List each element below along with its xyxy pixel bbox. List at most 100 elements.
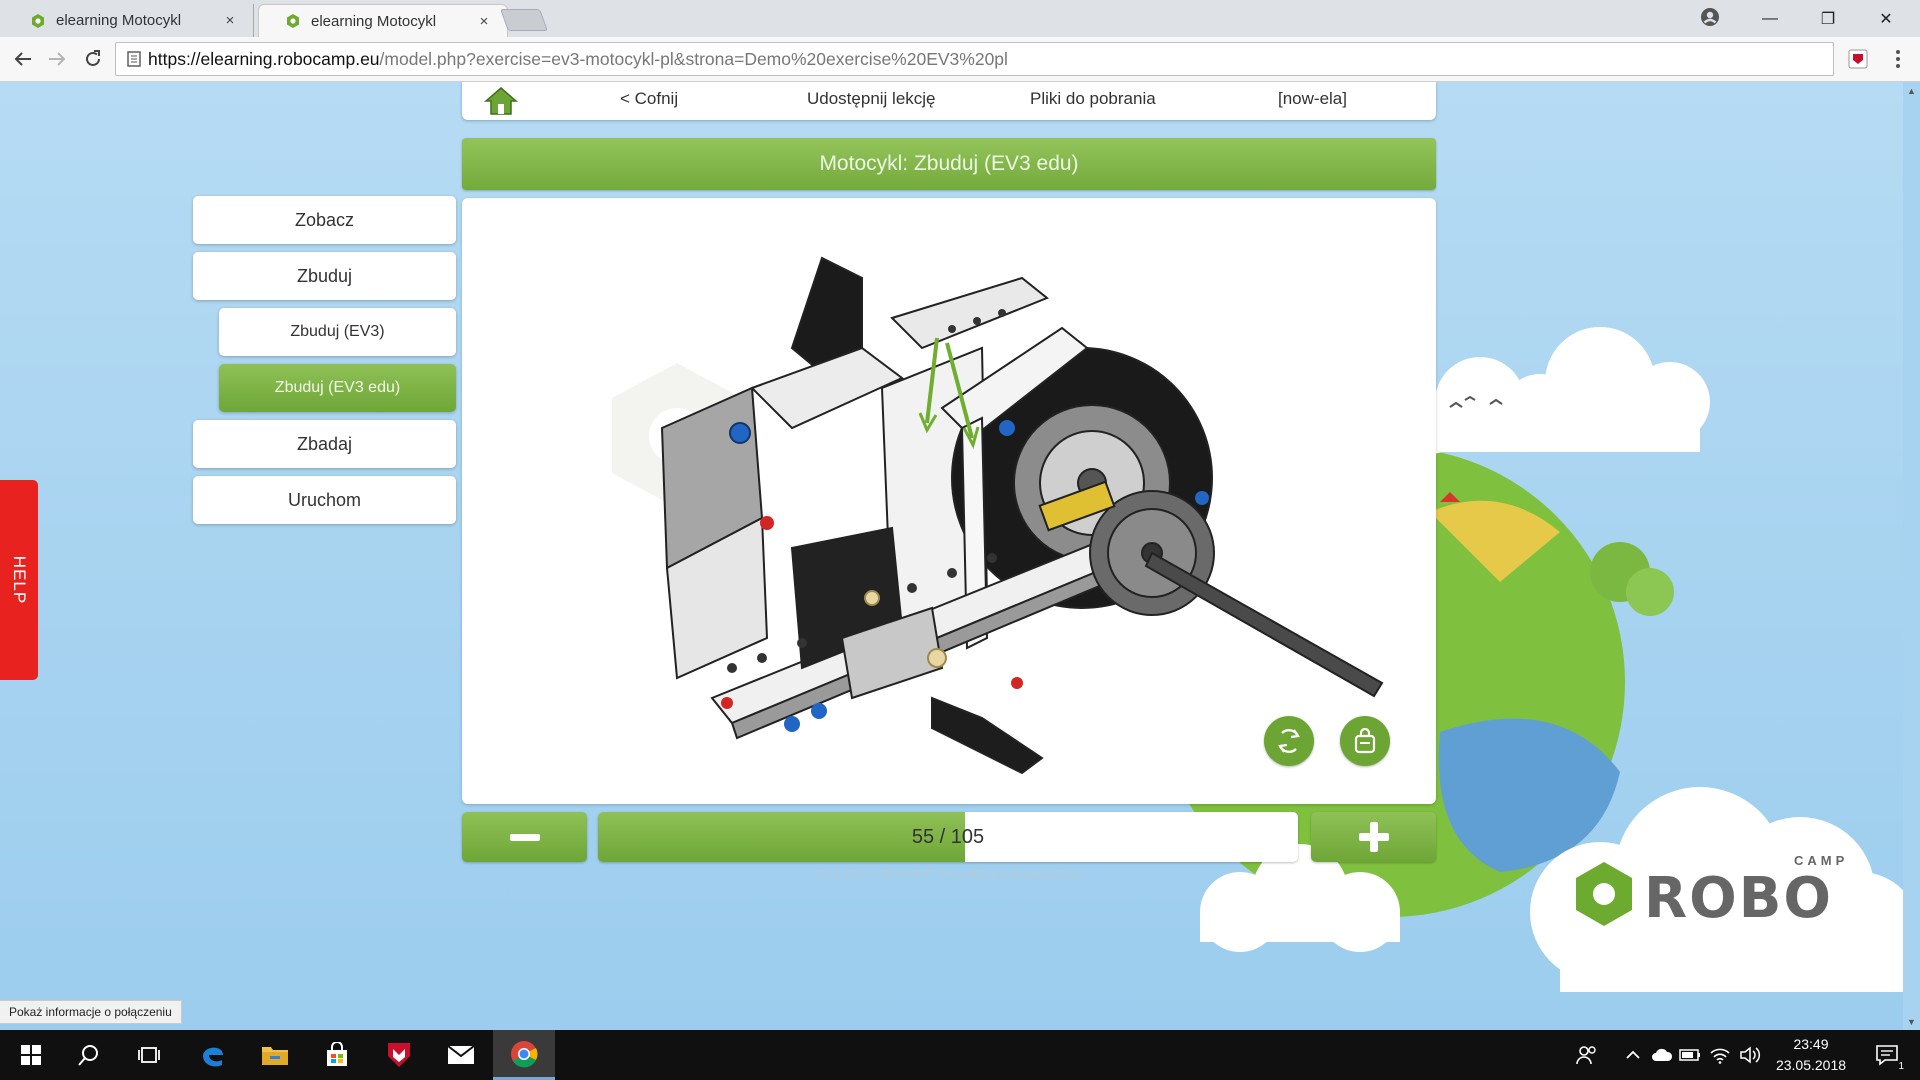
edge-icon — [203, 1047, 223, 1067]
mcafee-shield-icon — [388, 1043, 410, 1067]
task-view-button[interactable] — [118, 1030, 180, 1080]
robocamp-logo: ROBO CAMP — [1572, 850, 1872, 940]
tab-title: elearning Motocykl — [56, 12, 182, 29]
browser-tab[interactable]: elearning Motocykl × — [4, 4, 254, 37]
arrow-right-icon — [49, 52, 66, 66]
step-progress-bar[interactable]: 55 / 105 — [598, 812, 1298, 862]
close-window-button[interactable]: ✕ — [1858, 0, 1914, 37]
reload-button[interactable] — [80, 46, 106, 72]
robocamp-favicon-icon — [32, 13, 44, 28]
taskbar-mail[interactable] — [430, 1030, 492, 1080]
tab-strip: elearning Motocykl × elearning Motocykl … — [0, 0, 1920, 37]
logo-small-text: CAMP — [1794, 853, 1849, 868]
taskbar-file-explorer[interactable] — [244, 1030, 306, 1080]
lego-motorcycle-model-image[interactable] — [462, 198, 1436, 804]
share-lesson-link[interactable]: Udostępnij lekcję — [807, 89, 936, 109]
help-label: HELP — [10, 555, 30, 605]
sidebar-item-zbadaj[interactable]: Zbadaj — [193, 420, 456, 468]
minimize-button[interactable]: — — [1742, 0, 1798, 37]
info-icon[interactable] — [126, 50, 142, 68]
previous-step-button[interactable] — [462, 812, 587, 862]
browser-toolbar: https://elearning.robocamp.eu/model.php?… — [0, 37, 1920, 82]
parts-list-button[interactable] — [1340, 716, 1390, 766]
sidebar-item-zobacz[interactable]: Zobacz — [193, 196, 456, 244]
robocamp-hexagon-icon — [1576, 862, 1632, 926]
logo-text: ROBO — [1644, 866, 1834, 931]
onedrive-button[interactable] — [1648, 1030, 1676, 1080]
back-button[interactable] — [10, 46, 36, 72]
forward-button[interactable] — [44, 46, 70, 72]
plus-icon — [1358, 822, 1389, 852]
taskbar-mcafee[interactable] — [368, 1030, 430, 1080]
rotate-icon — [1278, 729, 1300, 753]
url-path: /model.php?exercise=ev3-motocykl-pl&stro… — [379, 48, 1008, 69]
robocamp-favicon-icon — [287, 14, 299, 28]
browser-tab-active[interactable]: elearning Motocykl × — [258, 4, 508, 37]
step-counter: 55 / 105 — [911, 825, 985, 848]
store-icon — [327, 1042, 347, 1066]
new-tab-button[interactable] — [499, 9, 549, 31]
next-step-button[interactable] — [1311, 812, 1436, 862]
mail-icon — [447, 1045, 475, 1064]
back-link[interactable]: < Cofnij — [620, 89, 678, 109]
sidebar-item-zbuduj-ev3[interactable]: Zbuduj (EV3) — [219, 308, 456, 356]
start-button[interactable] — [0, 1030, 62, 1080]
browser-menu-icon[interactable] — [1890, 45, 1906, 73]
people-button[interactable] — [1572, 1030, 1602, 1080]
sidebar-item-zbuduj-ev3-edu[interactable]: Zbuduj (EV3 edu) — [219, 364, 456, 412]
clock-date: 23.05.2018 — [1775, 1057, 1847, 1073]
scroll-up-icon[interactable]: ▲ — [1903, 82, 1920, 99]
action-center-button[interactable]: 1 — [1866, 1030, 1910, 1080]
taskbar-store[interactable] — [306, 1030, 368, 1080]
mcafee-extension-icon[interactable] — [1848, 49, 1868, 69]
sidebar-item-zbuduj[interactable]: Zbuduj — [193, 252, 456, 300]
page-scrollbar[interactable]: ▲ ▼ — [1903, 82, 1920, 1030]
reload-icon — [86, 50, 100, 66]
help-tab[interactable]: HELP — [0, 480, 38, 680]
wifi-icon — [1710, 1048, 1730, 1064]
model-viewer[interactable] — [462, 198, 1436, 804]
volume-button[interactable] — [1736, 1030, 1764, 1080]
scroll-down-icon[interactable]: ▼ — [1903, 1013, 1920, 1030]
battery-button[interactable] — [1676, 1030, 1704, 1080]
task-view-icon — [138, 1047, 160, 1063]
minus-icon — [509, 834, 540, 841]
tab-close-icon[interactable]: × — [221, 12, 239, 29]
cloud-icon — [1652, 1048, 1673, 1061]
speaker-icon — [1740, 1046, 1761, 1064]
notification-icon — [1876, 1045, 1898, 1066]
top-navigation: < Cofnij Udostępnij lekcję Pliki do pobr… — [462, 82, 1436, 120]
rotate-view-button[interactable] — [1264, 716, 1314, 766]
search-icon — [78, 1045, 98, 1066]
battery-icon — [1679, 1049, 1700, 1061]
windows-logo-icon — [21, 1045, 41, 1065]
taskbar-chrome[interactable] — [493, 1030, 555, 1080]
url-host: https://elearning.robocamp.eu — [148, 48, 380, 69]
chrome-icon — [511, 1040, 538, 1067]
folder-icon — [262, 1047, 288, 1065]
downloads-link[interactable]: Pliki do pobrania — [1030, 89, 1156, 109]
taskbar-edge[interactable] — [182, 1030, 244, 1080]
chevron-up-icon — [1626, 1050, 1640, 1059]
network-button[interactable] — [1706, 1030, 1734, 1080]
taskbar-clock[interactable]: 23:49 23.05.2018 — [1768, 1034, 1854, 1076]
user-link[interactable]: [now-ela] — [1278, 89, 1347, 109]
tray-overflow-button[interactable] — [1620, 1030, 1646, 1080]
tab-title: elearning Motocykl — [311, 12, 437, 30]
notification-count: 1 — [1898, 1061, 1904, 1072]
copyright-text: 2014-2016 © RoboNET : Wszystkie prawa za… — [814, 869, 1084, 881]
parts-bag-icon — [1354, 728, 1376, 754]
home-icon[interactable] — [484, 86, 518, 116]
tab-close-icon[interactable]: × — [475, 13, 493, 30]
profile-icon[interactable] — [1700, 7, 1720, 27]
clock-time: 23:49 — [1793, 1036, 1829, 1052]
windows-taskbar: 23:49 23.05.2018 1 — [0, 1030, 1920, 1080]
page-viewport: ROBO CAMP < Cofnij Udostępnij lekcję Pli… — [0, 82, 1920, 1030]
page-title: Motocykl: Zbuduj (EV3 edu) — [462, 138, 1436, 190]
address-bar[interactable]: https://elearning.robocamp.eu/model.php?… — [115, 42, 1834, 76]
restore-button[interactable]: ❐ — [1800, 0, 1856, 37]
sidebar-item-uruchom[interactable]: Uruchom — [193, 476, 456, 524]
search-button[interactable] — [58, 1030, 120, 1080]
arrow-left-icon — [14, 52, 31, 66]
people-icon — [1576, 1046, 1596, 1065]
